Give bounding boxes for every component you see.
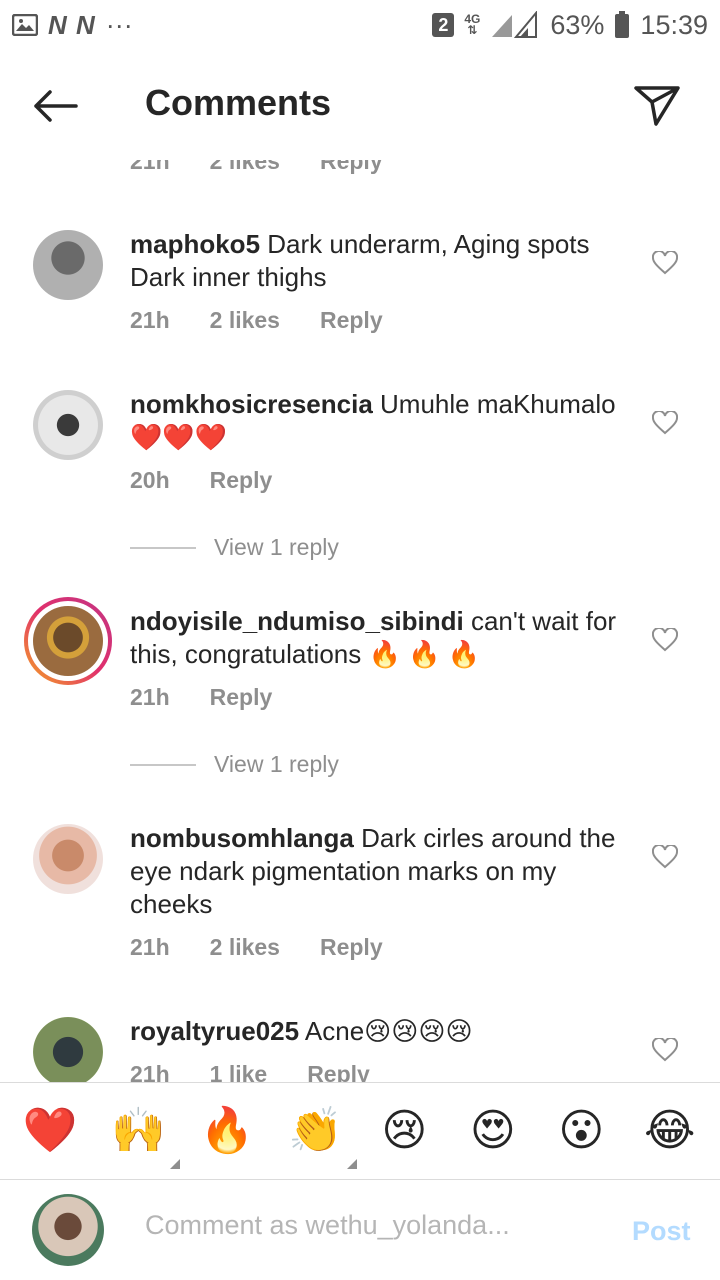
avatar xyxy=(33,606,103,676)
comment-meta: 21h 1 like Reply xyxy=(130,1061,410,1082)
post-button[interactable]: Post xyxy=(632,1216,691,1247)
nn-icon: N N xyxy=(48,9,96,40)
back-button[interactable] xyxy=(30,86,80,126)
emoji-raised-hands-button[interactable]: 🙌 xyxy=(104,1101,180,1169)
heart-icon[interactable] xyxy=(652,411,678,435)
arrow-left-icon xyxy=(34,90,78,122)
comment-meta: 21h 2 likes Reply xyxy=(130,307,423,334)
reply-button[interactable]: Reply xyxy=(210,684,273,711)
emoji-crying-button[interactable]: 😢 xyxy=(369,1101,439,1161)
emoji-surprised-button[interactable]: 😮 xyxy=(546,1101,616,1161)
comment-likes[interactable]: 2 likes xyxy=(210,934,280,961)
emoji-quick-bar: ❤️ 🙌 🔥 👏 😢 😍 😮 😂 xyxy=(0,1082,720,1180)
more-dots-icon: ··· xyxy=(105,9,133,40)
comment-text: maphoko5 Dark underarm, Aging spots Dark… xyxy=(130,228,630,294)
emoji-clap-button[interactable]: 👏 xyxy=(281,1101,357,1169)
reply-button[interactable]: Reply xyxy=(320,307,383,334)
skin-tone-indicator xyxy=(169,1159,180,1169)
image-icon xyxy=(12,14,38,36)
heart-icon[interactable] xyxy=(652,1038,678,1062)
comment-meta: 21h Reply xyxy=(130,684,312,711)
comments-list[interactable]: 21h 2 likes Reply maphoko5 Dark underarm… xyxy=(0,140,720,1082)
comment-username[interactable]: royaltyrue025 xyxy=(130,1016,299,1046)
view-replies-button[interactable]: View 1 reply xyxy=(130,534,339,561)
status-bar: N N ··· 2 4G ⇅ 63% 15:39 xyxy=(0,0,720,50)
avatar[interactable] xyxy=(33,230,103,300)
emoji-heart-button[interactable]: ❤️ xyxy=(15,1101,85,1161)
self-avatar xyxy=(32,1194,104,1266)
status-right: 2 4G ⇅ 63% 15:39 xyxy=(432,10,708,41)
emoji-heart-eyes-button[interactable]: 😍 xyxy=(458,1101,528,1161)
comment-time: 21h xyxy=(130,307,170,333)
reply-button[interactable]: Reply xyxy=(320,934,383,961)
network-icon: 4G ⇅ xyxy=(464,12,481,37)
comment-time: 20h xyxy=(130,467,170,493)
reply-button[interactable]: Reply xyxy=(210,467,273,494)
avatar[interactable] xyxy=(33,390,103,460)
view-replies-label: View 1 reply xyxy=(214,534,339,560)
comment-time: 21h xyxy=(130,684,170,710)
avatar[interactable] xyxy=(33,824,103,894)
comment-text: ndoyisile_ndumiso_sibindi can't wait for… xyxy=(130,605,630,671)
share-button[interactable] xyxy=(632,80,682,130)
avatar-story-ring[interactable] xyxy=(24,597,112,685)
heart-icon[interactable] xyxy=(652,845,678,869)
view-replies-label: View 1 reply xyxy=(214,751,339,777)
divider xyxy=(130,763,196,766)
comment-input[interactable] xyxy=(145,1210,605,1241)
heart-icon[interactable] xyxy=(652,251,678,275)
comment-body: Acne😢😢😢😢 xyxy=(299,1016,473,1046)
comment-text: royaltyrue025 Acne😢😢😢😢 xyxy=(130,1015,630,1048)
comment-username[interactable]: ndoyisile_ndumiso_sibindi xyxy=(130,606,464,636)
comment-username[interactable]: nombusomhlanga xyxy=(130,823,354,853)
reply-button[interactable]: Reply xyxy=(307,1061,370,1082)
sim-badge: 2 xyxy=(432,13,455,37)
comment-text: nomkhosicresencia Umuhle maKhumalo❤️❤️❤️ xyxy=(130,388,630,454)
paper-plane-icon xyxy=(634,86,680,126)
skin-tone-indicator xyxy=(346,1159,357,1169)
comment-text: nombusomhlanga Dark cirles around the ey… xyxy=(130,822,630,921)
view-replies-button[interactable]: View 1 reply xyxy=(130,751,339,778)
heart-icon[interactable] xyxy=(652,628,678,652)
comment-composer: Post xyxy=(0,1180,720,1280)
comment-meta: 21h 2 likes Reply xyxy=(130,934,423,961)
header: Comments xyxy=(0,50,720,160)
comment-likes[interactable]: 2 likes xyxy=(210,307,280,334)
comment-time: 21h xyxy=(130,1061,170,1082)
battery-percent: 63% xyxy=(550,9,605,40)
divider xyxy=(130,546,196,549)
page-title: Comments xyxy=(145,82,332,123)
signal-icon xyxy=(490,11,540,39)
status-left: N N ··· xyxy=(12,10,133,41)
battery-icon xyxy=(614,11,630,39)
comment-time: 21h xyxy=(130,934,170,960)
comment-meta: 20h Reply xyxy=(130,467,312,494)
comment-username[interactable]: nomkhosicresencia xyxy=(130,389,373,419)
comment-username[interactable]: maphoko5 xyxy=(130,229,260,259)
emoji-fire-button[interactable]: 🔥 xyxy=(192,1101,262,1161)
clock: 15:39 xyxy=(640,9,708,40)
emoji-laughing-button[interactable]: 😂 xyxy=(635,1101,705,1161)
avatar[interactable] xyxy=(33,1017,103,1082)
comment-likes[interactable]: 1 like xyxy=(210,1061,268,1082)
